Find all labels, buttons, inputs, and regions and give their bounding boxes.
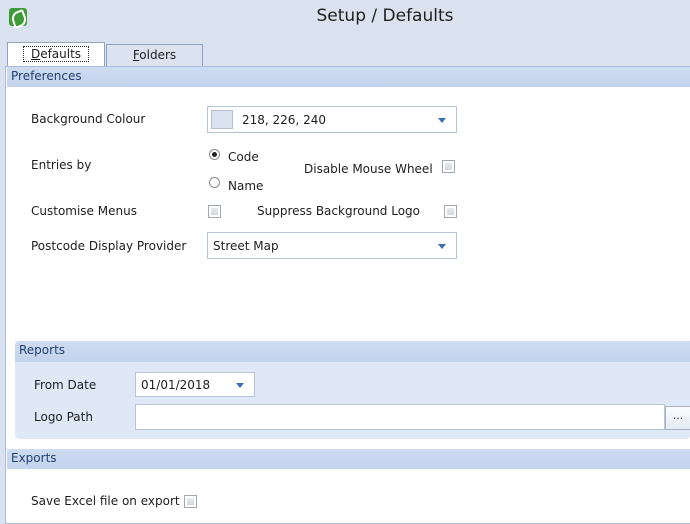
entries-by-label: Entries by [31,158,92,172]
postcode-provider-value: Street Map [213,239,279,253]
dropdown-arrow-icon[interactable] [438,244,446,249]
app-icon[interactable] [9,8,27,26]
from-date-label: From Date [34,378,97,392]
from-date-value: 01/01/2018 [141,378,211,392]
postcode-provider-combo[interactable]: Street Map [207,232,457,259]
title-bar: Setup / Defaults [0,0,690,42]
colour-swatch [211,110,233,129]
background-colour-value: 218, 226, 240 [242,113,326,127]
save-excel-checkbox[interactable] [184,495,197,508]
entries-by-code-label: Code [228,150,259,164]
suppress-background-logo-checkbox[interactable] [444,205,457,218]
background-colour-combo[interactable]: 218, 226, 240 [207,106,457,133]
preferences-header: Preferences [7,67,690,87]
entries-by-name-label: Name [228,179,264,193]
browse-logo-button[interactable]: ... [665,406,690,430]
tab-defaults-label: efaults [40,47,82,61]
tab-folders-label: olders [139,48,177,62]
logo-path-input[interactable] [135,404,665,430]
tab-folders[interactable]: Folders [106,44,203,66]
disable-mouse-wheel-label: Disable Mouse Wheel [304,162,433,176]
customise-menus-label: Customise Menus [31,204,137,218]
postcode-provider-label: Postcode Display Provider [31,239,187,253]
tab-defaults[interactable]: Defaults [7,42,105,66]
dropdown-arrow-icon[interactable] [438,118,446,123]
entries-by-code-radio[interactable] [209,149,220,160]
window-title: Setup / Defaults [316,6,454,26]
logo-path-label: Logo Path [34,410,93,424]
background-colour-label: Background Colour [31,112,146,126]
exports-header: Exports [7,449,690,469]
customise-menus-checkbox[interactable] [208,205,221,218]
entries-by-name-radio[interactable] [209,177,220,188]
disable-mouse-wheel-checkbox[interactable] [442,160,455,173]
from-date-picker[interactable]: 01/01/2018 [135,372,255,397]
suppress-background-logo-label: Suppress Background Logo [257,204,421,218]
reports-header: Reports [15,341,690,362]
save-excel-label: Save Excel file on export [31,494,180,508]
tab-defaults-mnemonic: D [30,47,41,61]
dropdown-arrow-icon[interactable] [236,383,244,388]
